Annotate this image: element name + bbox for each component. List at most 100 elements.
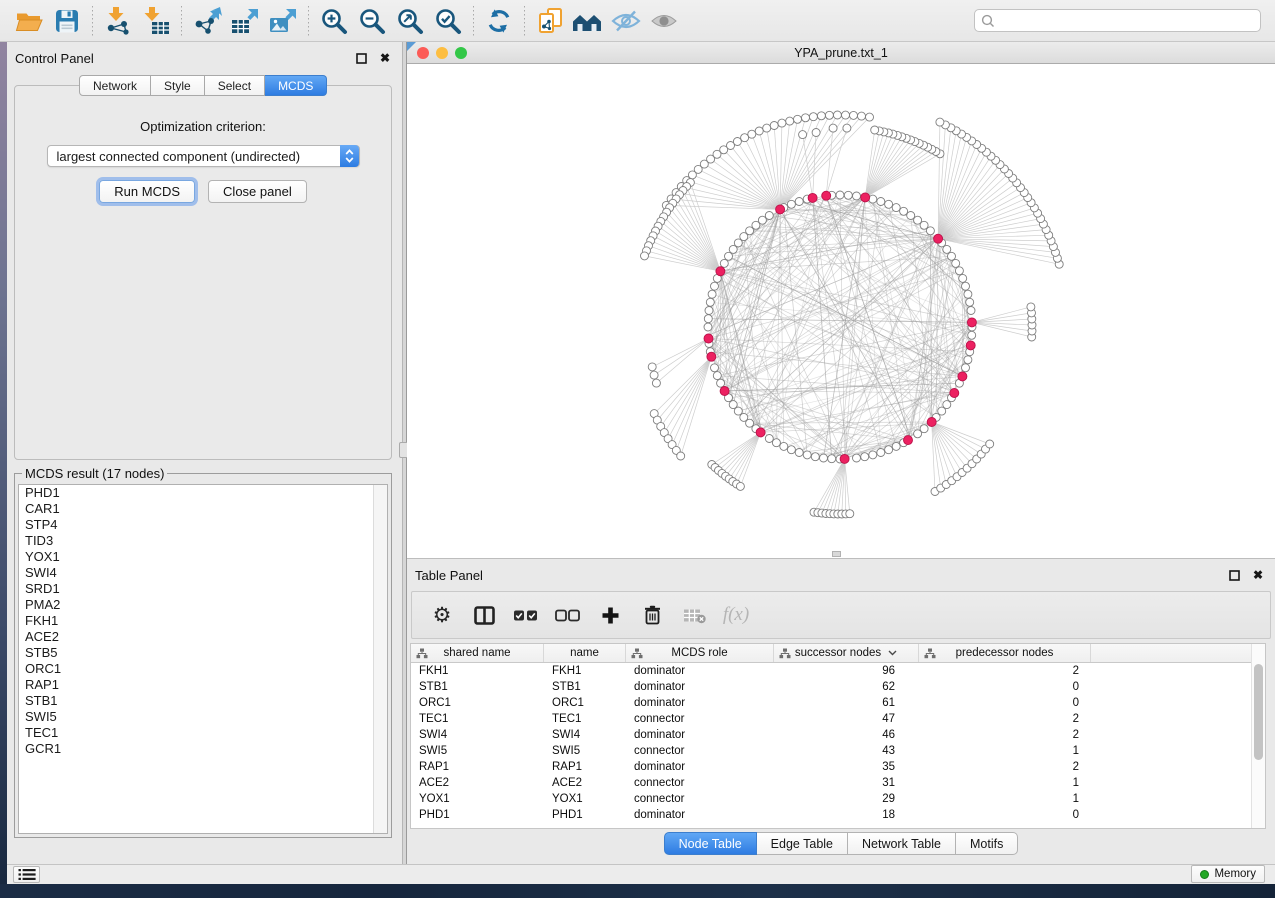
mcds-result-item[interactable]: RAP1 <box>19 677 387 693</box>
tab-network-table[interactable]: Network Table <box>848 832 956 855</box>
node-table-row[interactable]: YOX1YOX1connector291 <box>411 791 1265 807</box>
tab-edge-table[interactable]: Edge Table <box>757 832 848 855</box>
zoom-out-button[interactable] <box>353 4 391 38</box>
mcds-result-item[interactable]: STB5 <box>19 645 387 661</box>
open-file-button[interactable] <box>10 4 48 38</box>
mcds-result-list[interactable]: PHD1CAR1STP4TID3YOX1SWI4SRD1PMA2FKH1ACE2… <box>18 484 388 834</box>
close-panel-action-button[interactable]: Close panel <box>208 180 307 203</box>
status-menu-button[interactable] <box>13 866 40 883</box>
mcds-result-item[interactable]: TID3 <box>19 533 387 549</box>
mcds-result-item[interactable]: ORC1 <box>19 661 387 677</box>
node-table-row[interactable]: SWI4SWI4dominator462 <box>411 727 1265 743</box>
canvas-resize-handle[interactable] <box>832 551 841 557</box>
optimization-criterion-select[interactable]: largest connected component (undirected) <box>47 145 360 167</box>
mcds-result-item[interactable]: GCR1 <box>19 741 387 757</box>
close-panel-button[interactable]: ✖ <box>378 51 392 65</box>
float-panel-button[interactable] <box>354 51 368 65</box>
mcds-result-item[interactable]: PMA2 <box>19 597 387 613</box>
node-table-cell: 96 <box>774 663 919 679</box>
refresh-icon <box>486 8 512 34</box>
delete-column-button[interactable] <box>634 595 670 635</box>
node-table-row[interactable]: STB1STB1dominator620 <box>411 679 1265 695</box>
node-table-row[interactable]: ACE2ACE2connector311 <box>411 775 1265 791</box>
table-scrollbar-thumb[interactable] <box>1254 664 1263 760</box>
network-graph[interactable] <box>407 64 1275 557</box>
column-header-name[interactable]: name <box>544 644 626 662</box>
node-table-row[interactable]: PHD1PHD1dominator180 <box>411 807 1265 823</box>
node-table-row[interactable]: ORC1ORC1dominator610 <box>411 695 1265 711</box>
node-table-cell: TEC1 <box>411 711 544 727</box>
save-session-button[interactable] <box>48 4 86 38</box>
save-session-icon <box>55 9 79 33</box>
memory-button[interactable]: Memory <box>1191 865 1265 883</box>
status-bar: Memory <box>7 864 1275 884</box>
column-header-shared-name[interactable]: shared name <box>411 644 544 662</box>
mcds-result-item[interactable]: STP4 <box>19 517 387 533</box>
node-table-cell: RAP1 <box>544 759 626 775</box>
tab-select[interactable]: Select <box>205 75 265 96</box>
show-all-button[interactable] <box>645 4 683 38</box>
column-header-mcds-role[interactable]: MCDS role <box>626 644 774 662</box>
mcds-result-item[interactable]: FKH1 <box>19 613 387 629</box>
mcds-result-item[interactable]: YOX1 <box>19 549 387 565</box>
mcds-result-item[interactable]: STB1 <box>19 693 387 709</box>
add-column-button[interactable] <box>592 595 628 635</box>
delete-column-icon <box>644 605 661 625</box>
mcds-result-item[interactable]: TEC1 <box>19 725 387 741</box>
zoom-fit-icon <box>396 7 424 35</box>
import-network-button[interactable] <box>99 4 137 38</box>
table-settings-button[interactable]: ⚙ <box>424 595 460 635</box>
run-mcds-button[interactable]: Run MCDS <box>99 180 195 203</box>
function-builder-button[interactable]: f(x) <box>718 595 754 635</box>
tree-column-icon <box>924 648 936 659</box>
mcds-result-title: MCDS result (17 nodes) <box>22 466 167 481</box>
deselect-all-columns-button[interactable] <box>550 595 586 635</box>
node-table-row[interactable]: FKH1FKH1dominator962 <box>411 663 1265 679</box>
tree-column-icon <box>631 648 643 659</box>
export-table-button[interactable] <box>226 4 264 38</box>
hide-selected-button[interactable] <box>607 4 645 38</box>
float-table-panel-button[interactable] <box>1227 568 1241 582</box>
mcds-result-item[interactable]: SRD1 <box>19 581 387 597</box>
zoom-in-button[interactable] <box>315 4 353 38</box>
memory-status-icon <box>1200 870 1209 879</box>
sort-descending-icon <box>888 650 897 656</box>
mcds-result-item[interactable]: ACE2 <box>19 629 387 645</box>
node-table-cell: FKH1 <box>411 663 544 679</box>
mcds-result-item[interactable]: SWI5 <box>19 709 387 725</box>
tab-network[interactable]: Network <box>79 75 151 96</box>
close-table-panel-button[interactable]: ✖ <box>1251 568 1265 582</box>
column-header-predecessor-nodes[interactable]: predecessor nodes <box>919 644 1091 662</box>
tab-motifs[interactable]: Motifs <box>956 832 1018 855</box>
mcds-result-item[interactable]: PHD1 <box>19 485 387 501</box>
node-table-row[interactable]: RAP1RAP1dominator352 <box>411 759 1265 775</box>
zoom-selected-button[interactable] <box>429 4 467 38</box>
tab-style[interactable]: Style <box>151 75 205 96</box>
node-table-row[interactable]: TEC1TEC1connector472 <box>411 711 1265 727</box>
node-table-row[interactable]: SWI5SWI5connector431 <box>411 743 1265 759</box>
mcds-list-scrollbar[interactable] <box>373 485 387 833</box>
table-toolbar: ⚙ <box>411 591 1271 639</box>
mcds-result-item[interactable]: SWI4 <box>19 565 387 581</box>
select-all-columns-button[interactable] <box>508 595 544 635</box>
duplicate-network-button[interactable] <box>531 4 569 38</box>
mcds-result-item[interactable]: CAR1 <box>19 501 387 517</box>
delete-table-button[interactable] <box>676 595 712 635</box>
network-canvas[interactable] <box>407 64 1275 557</box>
tab-mcds[interactable]: MCDS <box>265 75 327 96</box>
export-network-button[interactable] <box>188 4 226 38</box>
table-scrollbar[interactable] <box>1251 644 1265 828</box>
zoom-fit-button[interactable] <box>391 4 429 38</box>
column-layout-button[interactable] <box>466 595 502 635</box>
tab-node-table[interactable]: Node Table <box>664 832 757 855</box>
network-view-window: YPA_prune.txt_1 <box>407 42 1275 558</box>
toolbar-separator <box>92 6 93 36</box>
column-header-successor-nodes[interactable]: successor nodes <box>774 644 919 662</box>
menu-list-icon <box>18 868 36 881</box>
import-table-button[interactable] <box>137 4 175 38</box>
first-neighbors-button[interactable] <box>569 4 607 38</box>
network-window-titlebar[interactable]: YPA_prune.txt_1 <box>407 42 1275 64</box>
export-image-button[interactable] <box>264 4 302 38</box>
search-input[interactable] <box>974 9 1261 32</box>
refresh-button[interactable] <box>480 4 518 38</box>
